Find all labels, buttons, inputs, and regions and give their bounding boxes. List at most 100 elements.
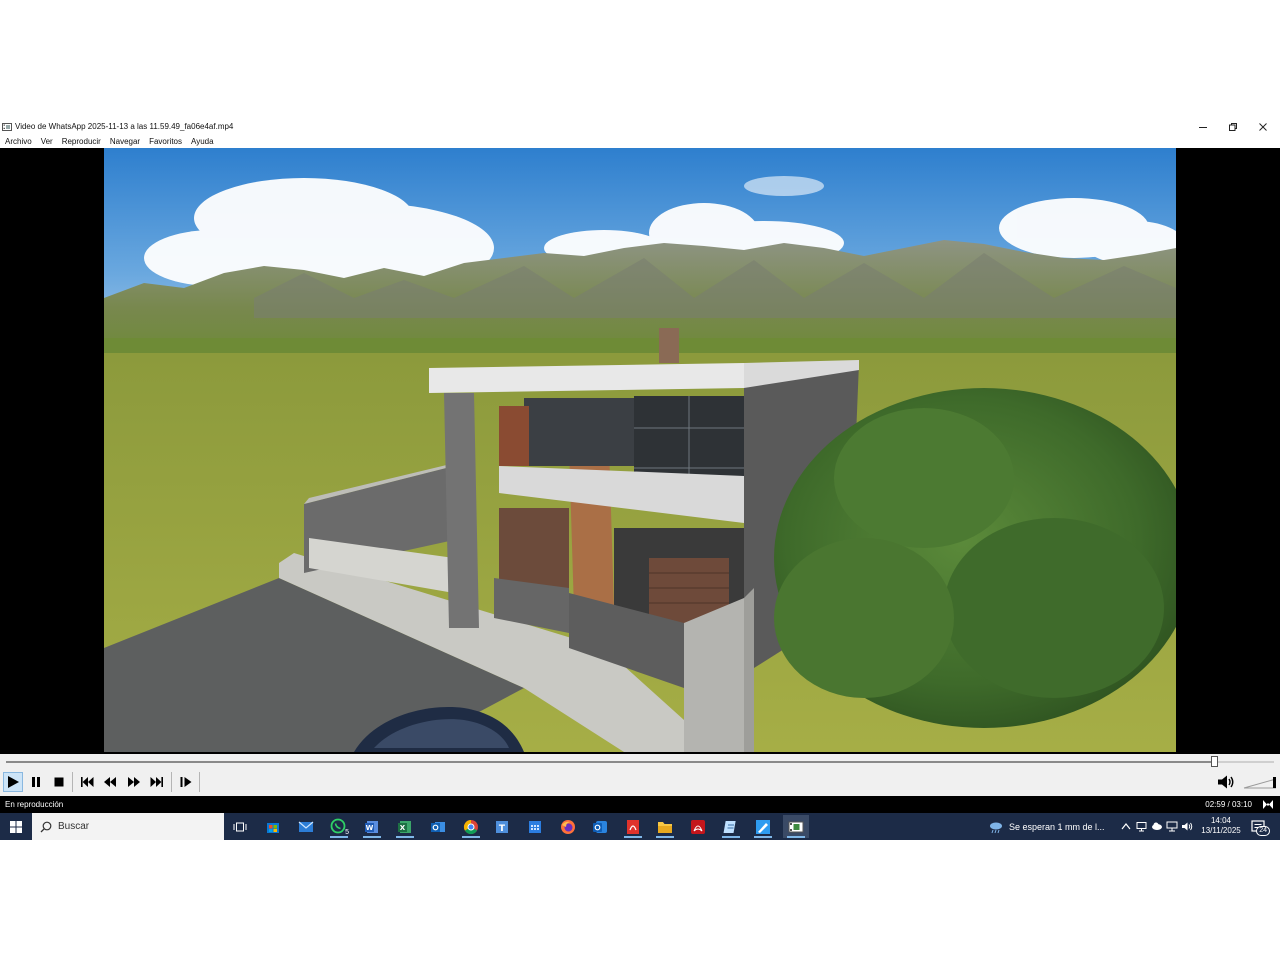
video-area[interactable] [0, 148, 1280, 754]
stop-button[interactable] [49, 772, 69, 792]
expand-icon[interactable] [1262, 799, 1274, 810]
rewind-icon [104, 777, 116, 787]
pause-button[interactable] [26, 772, 46, 792]
taskbar-outlook[interactable] [425, 815, 451, 838]
clock-date: 13/11/2025 [1201, 826, 1241, 835]
minimize-button[interactable] [1188, 119, 1218, 135]
menu-navegar[interactable]: Navegar [110, 137, 140, 146]
notepad-icon [723, 820, 736, 833]
firefox-icon [561, 819, 575, 834]
controls-separator [171, 772, 172, 792]
tray-onedrive-sync[interactable] [1135, 820, 1147, 832]
paint-icon [756, 819, 770, 834]
seek-handle[interactable] [1210, 756, 1218, 767]
menu-ver[interactable]: Ver [41, 137, 53, 146]
controls-separator [72, 772, 73, 792]
frame-step-button[interactable] [176, 772, 196, 792]
start-button[interactable] [0, 813, 32, 840]
cloud-icon [1152, 822, 1162, 830]
taskbar-word[interactable]: W [359, 815, 385, 838]
taskbar-acrobat-document[interactable] [620, 815, 646, 838]
taskbar-search-box[interactable]: Buscar [32, 813, 224, 840]
media-player-window: Video de WhatsApp 2025-11-13 a las 11.59… [0, 119, 1280, 813]
taskbar-firefox[interactable] [555, 815, 581, 838]
previous-button[interactable] [77, 772, 97, 792]
close-button[interactable] [1248, 119, 1278, 135]
weather-text: Se esperan 1 mm de l... [1009, 821, 1105, 832]
menu-archivo[interactable]: Archivo [5, 137, 32, 146]
pause-icon [32, 777, 40, 787]
taskbar-calendar[interactable] [522, 815, 548, 838]
restore-button[interactable] [1218, 119, 1248, 135]
taskbar-whatsapp[interactable]: 5 [326, 815, 352, 838]
taskbar-paint[interactable] [750, 815, 776, 838]
desktop-screen: Video de WhatsApp 2025-11-13 a las 11.59… [0, 0, 1280, 960]
notification-count-badge: 24 [1256, 826, 1270, 836]
word-icon: W [365, 820, 378, 833]
rewind-button[interactable] [100, 772, 120, 792]
menu-ayuda[interactable]: Ayuda [191, 137, 214, 146]
taskbar-file-explorer[interactable] [652, 815, 678, 838]
search-placeholder: Buscar [58, 821, 90, 832]
tray-cloud[interactable] [1151, 820, 1163, 832]
frame-step-icon [180, 777, 192, 787]
taskbar-teams[interactable]: T [490, 815, 516, 838]
mute-button[interactable] [1216, 772, 1236, 792]
rain-cloud-icon [990, 822, 1002, 833]
svg-text:W: W [366, 824, 374, 832]
play-icon [8, 776, 19, 788]
menu-bar: Archivo Ver Reproducir Navegar Favoritos… [0, 135, 1280, 148]
volume-handle[interactable] [1272, 777, 1276, 788]
notification-center-button[interactable]: 24 [1250, 818, 1270, 836]
taskbar-clock[interactable]: 14:04 13/11/2025 [1196, 816, 1246, 836]
restore-icon [1229, 123, 1237, 131]
play-button[interactable] [3, 772, 23, 792]
svg-text:X: X [400, 824, 406, 832]
controls-separator [199, 772, 200, 792]
seek-track[interactable] [6, 756, 1274, 767]
stop-icon [54, 777, 64, 787]
taskbar-outlook-new[interactable] [587, 815, 613, 838]
taskbar-microsoft-store[interactable] [260, 815, 286, 838]
mail-icon [298, 821, 314, 832]
windows-taskbar: Buscar 5 W X T Se esperan 1 mm de l... 1… [0, 813, 1280, 840]
chevron-up-icon [1121, 823, 1131, 830]
weather-widget[interactable]: Se esperan 1 mm de l... [988, 813, 1105, 840]
taskbar-task-view[interactable] [227, 815, 253, 838]
acrobat-icon [691, 819, 705, 834]
tray-network[interactable] [1166, 820, 1178, 832]
menu-favoritos[interactable]: Favoritos [149, 137, 182, 146]
tray-volume[interactable] [1181, 820, 1193, 832]
taskbar-video-player[interactable] [783, 815, 809, 838]
whatsapp-badge: 5 [343, 829, 351, 836]
search-icon [40, 821, 52, 832]
next-button[interactable] [147, 772, 167, 792]
store-icon [267, 822, 279, 833]
folder-icon [658, 821, 672, 833]
seek-bar[interactable] [0, 754, 1280, 768]
taskbar-acrobat[interactable] [685, 815, 711, 838]
network-icon [1166, 821, 1178, 831]
clock-time: 14:04 [1210, 816, 1232, 825]
taskbar-excel[interactable]: X [392, 815, 418, 838]
title-bar[interactable]: Video de WhatsApp 2025-11-13 a las 11.59… [0, 119, 1280, 135]
excel-icon: X [398, 820, 411, 833]
taskbar-notepad[interactable] [718, 815, 744, 838]
chrome-icon [463, 819, 478, 834]
time-display[interactable]: 02:59 / 03:10 [1205, 800, 1252, 809]
taskbar-mail[interactable] [293, 815, 319, 838]
tray-show-hidden[interactable] [1120, 820, 1132, 832]
taskbar-chrome[interactable] [458, 815, 484, 838]
outlook-icon [431, 821, 445, 832]
status-bar: En reproducción 02:59 / 03:10 [0, 796, 1280, 813]
windows-logo-icon [10, 820, 22, 833]
menu-reproducir[interactable]: Reproducir [62, 137, 101, 146]
playback-state-text: En reproducción [5, 800, 64, 809]
video-player-icon [788, 821, 804, 832]
video-frame[interactable] [104, 148, 1176, 752]
fast-forward-button[interactable] [124, 772, 144, 792]
close-icon [1259, 123, 1267, 131]
skip-previous-icon [81, 777, 94, 787]
volume-slider[interactable] [1242, 774, 1278, 790]
calendar-icon [529, 820, 541, 833]
